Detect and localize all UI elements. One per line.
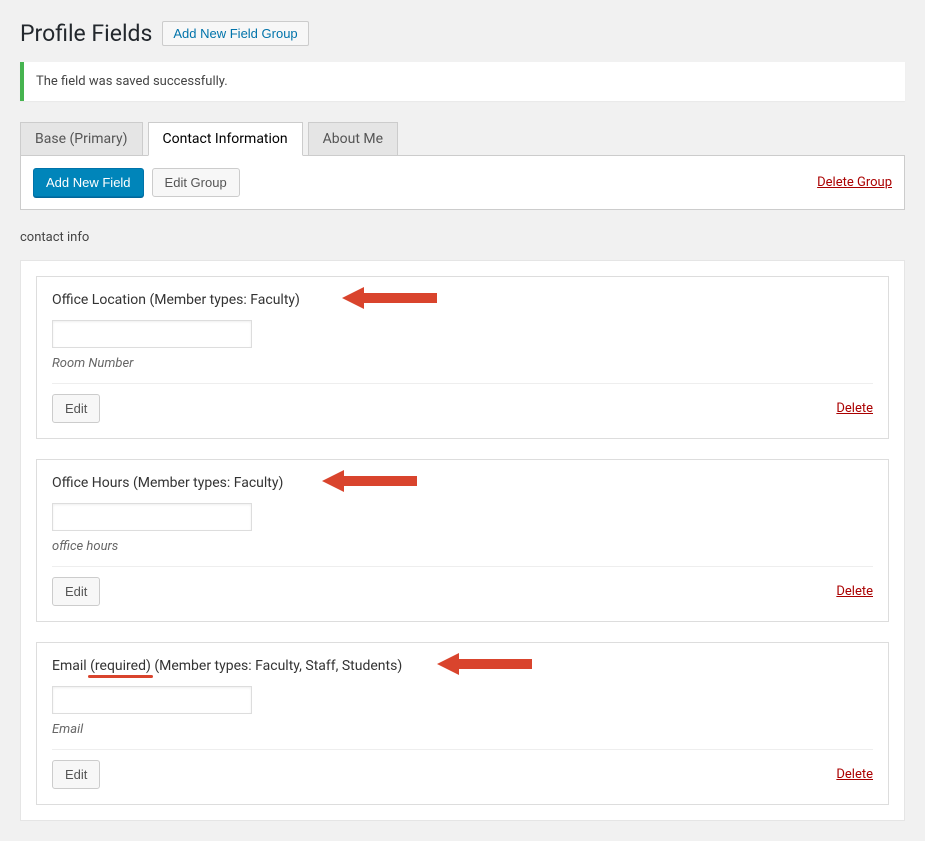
annotation-arrow-icon	[342, 285, 442, 313]
add-new-field-button[interactable]: Add New Field	[33, 168, 144, 197]
tab-actions-panel: Add New Field Edit Group Delete Group	[20, 155, 905, 210]
page-header: Profile Fields Add New Field Group	[20, 20, 905, 47]
field-card: Email (required) (Member types: Faculty,…	[36, 642, 889, 805]
field-title: Office Hours (Member types: Faculty)	[52, 475, 283, 491]
field-input[interactable]	[52, 503, 252, 531]
field-description: Room Number	[52, 356, 873, 371]
success-notice: The field was saved successfully.	[20, 62, 905, 101]
field-input[interactable]	[52, 686, 252, 714]
delete-group-link[interactable]: Delete Group	[817, 175, 892, 190]
field-input[interactable]	[52, 320, 252, 348]
tab-base-primary[interactable]: Base (Primary)	[20, 122, 143, 156]
edit-group-button[interactable]: Edit Group	[152, 168, 240, 197]
edit-field-button[interactable]: Edit	[52, 760, 100, 789]
edit-field-button[interactable]: Edit	[52, 394, 100, 423]
field-description: office hours	[52, 539, 873, 554]
divider	[52, 749, 873, 750]
field-title-prefix: Email	[52, 658, 90, 674]
edit-field-button[interactable]: Edit	[52, 577, 100, 606]
delete-field-link[interactable]: Delete	[836, 584, 873, 599]
annotation-arrow-icon	[437, 651, 537, 679]
field-card: Office Hours (Member types: Faculty) off…	[36, 459, 889, 622]
field-required-label: (required)	[90, 658, 151, 674]
divider	[52, 383, 873, 384]
field-title: Office Location (Member types: Faculty)	[52, 292, 300, 308]
fields-container: Office Location (Member types: Faculty) …	[20, 260, 905, 821]
divider	[52, 566, 873, 567]
add-new-field-group-button[interactable]: Add New Field Group	[162, 21, 308, 46]
delete-field-link[interactable]: Delete	[836, 401, 873, 416]
group-subtitle: contact info	[20, 230, 905, 245]
notice-message: The field was saved successfully.	[36, 74, 893, 89]
field-description: Email	[52, 722, 873, 737]
tab-contact-information[interactable]: Contact Information	[148, 122, 303, 156]
tab-about-me[interactable]: About Me	[308, 122, 398, 156]
page-title: Profile Fields	[20, 20, 152, 47]
tab-nav: Base (Primary) Contact Information About…	[20, 121, 905, 156]
field-title: Email (required) (Member types: Faculty,…	[52, 658, 402, 674]
field-card: Office Location (Member types: Faculty) …	[36, 276, 889, 439]
field-title-suffix: (Member types: Faculty, Staff, Students)	[151, 658, 402, 674]
annotation-arrow-icon	[322, 468, 422, 496]
